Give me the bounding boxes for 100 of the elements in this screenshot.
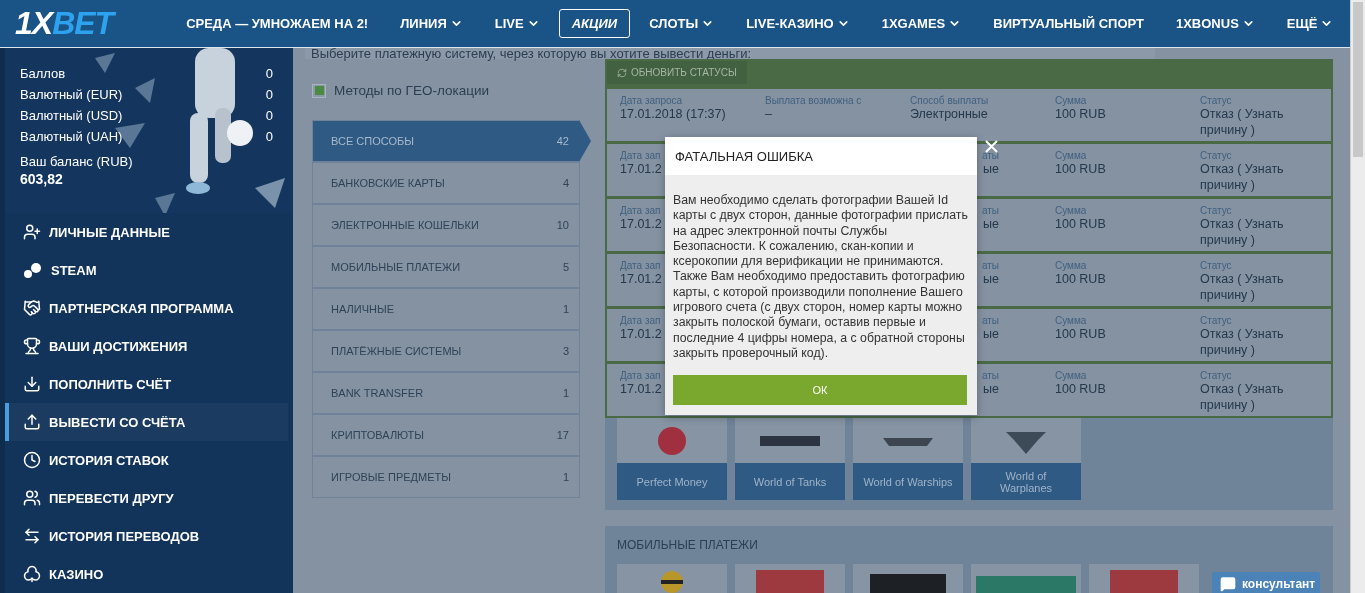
nav-link[interactable]: LIVE-КАЗИНО [733,9,863,38]
column-label: Дата запроса [620,95,683,106]
status-link[interactable]: Отказ ( Узнать причину ) [1200,326,1330,358]
scrollbar[interactable] [1350,0,1365,593]
table-cell: – [765,106,772,122]
table-cell: 17.01.2 [620,216,662,232]
trophy-icon [23,337,41,355]
nav-link[interactable]: LIVE [481,9,553,38]
status-link[interactable]: Отказ ( Узнать причину ) [1200,216,1330,248]
column-label: аты [981,150,999,161]
table-cell: 100 RUB [1055,326,1106,342]
table-cell: 100 RUB [1055,216,1106,232]
category-item[interactable]: МОБИЛЬНЫЕ ПЛАТЕЖИ 5 [312,246,580,288]
table-cell: 17.01.2018 (17:37) [620,106,726,122]
nav-link[interactable]: ЛИНИЯ [387,9,476,38]
checkbox[interactable] [312,83,326,98]
sidebar-item[interactable]: ИСТОРИЯ ПЕРЕВОДОВ [5,517,288,555]
refresh-button[interactable]: ОБНОВИТЬ СТАТУСЫ [607,61,747,84]
nav-link[interactable]: ЕЩЁ [1273,9,1347,38]
table-cell: 100 RUB [1055,161,1106,177]
sidebar-item[interactable]: КАЗИНО [5,555,288,593]
nav-link[interactable]: СРЕДА — УМНОЖАЕМ НА 2! [173,9,382,38]
ok-button[interactable]: ОК [673,375,967,406]
nav-link[interactable]: СЛОТЫ [636,9,728,38]
clock-icon [23,451,41,469]
sidebar-item[interactable]: ПАРТНЕРСКАЯ ПРОГРАММА [5,289,288,327]
column-label: Статус [1200,260,1232,271]
sidebar-item[interactable]: STEAM [5,251,288,289]
column-label: Сумма [1055,315,1087,326]
column-label: Дата зап [620,315,661,326]
operator-logo-icon [756,570,824,593]
column-label: аты [981,370,999,381]
category-item[interactable]: ИГРОВЫЕ ПРЕДМЕТЫ 1 [312,456,580,498]
column-label: Сумма [1055,370,1087,381]
balance-value: 0 [265,66,273,81]
column-label: Статус [1200,205,1232,216]
category-item[interactable]: КРИПТОВАЛЮТЫ 17 [312,414,580,456]
nav-link[interactable]: 1XGAMES [868,9,975,38]
column-label: Дата зап [620,370,661,381]
user-plus-icon [23,223,41,241]
balance-label: Ваш баланс (RUB) [20,154,133,169]
payment-tile[interactable]: Perfect Money [617,463,727,500]
column-label: Статус [1200,315,1232,326]
section-title: МОБИЛЬНЫЕ ПЛАТЕЖИ [617,538,759,552]
column-label: Статус [1200,370,1232,381]
payment-tile[interactable]: World of Tanks [735,463,845,500]
sidebar-item[interactable]: ПЕРЕВЕСТИ ДРУГУ [5,479,288,517]
balance-label: Валютный (UAH) [20,129,123,144]
status-link[interactable]: Отказ ( Узнать причину ) [1200,381,1330,413]
category-item[interactable]: НАЛИЧНЫЕ 1 [312,288,580,330]
column-label: аты [981,260,999,271]
column-label: аты [981,205,999,216]
category-item[interactable]: ПЛАТЁЖНЫЕ СИСТЕМЫ 3 [312,330,580,372]
column-label: Сумма [1055,95,1087,106]
table-cell: 100 RUB [1055,106,1106,122]
balance-label: Валютный (EUR) [20,87,123,102]
status-link[interactable]: Отказ ( Узнать причину ) [1200,161,1330,193]
sidebar-item[interactable]: ПОПОЛНИТЬ СЧЁТ [5,365,288,403]
table-cell: Электронные [910,106,988,122]
tank-logo-icon [760,433,820,448]
nav-link[interactable]: ВИРТУАЛЬНЫЙ СПОРТ [980,9,1157,38]
nav-link[interactable]: 1XBONUS [1162,9,1268,38]
cards-icon [23,565,41,583]
operator-logo-icon [1110,570,1178,593]
column-label: Дата зап [620,260,661,271]
arrows-icon [23,527,41,545]
sidebar-item[interactable]: ВАШИ ДОСТИЖЕНИЯ [5,327,288,365]
status-link[interactable]: Отказ ( Узнать причину ) [1200,106,1330,138]
category-item[interactable]: BANK TRANSFER 1 [312,372,580,414]
sidebar-item[interactable]: ЛИЧНЫЕ ДАННЫЕ [5,213,288,251]
download-icon [23,375,41,393]
column-label: Сумма [1055,150,1087,161]
status-link[interactable]: Отказ ( Узнать причину ) [1200,271,1330,303]
dialog-message: Вам необходимо сделать фотографии Вашей Id карты с двух сторон, данные фотографии прислать на адрес электронной почты Службы Безопасности. К сожалению, скан-копии и ксерокопии для верификации не принимаются. Также Вам необходимо предоставить фотографию карты, с которой производили пополнение Вашего игрового счета (с двух сторон, номер карты можно закрыть полоской бумаги, оставив первые и последние 4 цифры номера, а с обратной стороны закрыть проверочный код). [672,192,969,362]
sidebar-item[interactable]: ВЫВЕСТИ СО СЧЁТА [5,403,288,441]
striped-ball-logo-icon [660,570,684,593]
upload-icon [23,413,41,431]
payment-tile[interactable]: World of Warplanes [971,463,1081,500]
table-cell: 17.01.2 [620,381,662,397]
sidebar-item[interactable]: ИСТОРИЯ СТАВОК [5,441,288,479]
refresh-icon [617,67,627,78]
table-cell: 17.01.2 [620,326,662,342]
close-icon[interactable] [985,140,998,153]
balance-label: Баллов [20,66,66,81]
table-cell: ые [983,216,999,232]
table-cell: 17.01.2 [620,271,662,287]
dialog-title: ФАТАЛЬНАЯ ОШИБКА [665,137,977,175]
table-cell: ые [983,161,999,177]
consultant-button[interactable]: консультант [1212,572,1320,593]
checkbox-label: Методы по ГЕО-локации [334,83,489,98]
balance-value: 0 [265,108,273,123]
table-cell: 100 RUB [1055,381,1106,397]
column-label: аты [981,315,999,326]
table-cell: 17.01.2 [620,161,662,177]
logo[interactable]: 1XBET [15,5,114,42]
category-item[interactable]: БАНКОВСКИЕ КАРТЫ 4 [312,162,580,204]
payment-tile[interactable]: World of Warships [853,463,963,500]
category-item[interactable]: ЭЛЕКТРОННЫЕ КОШЕЛЬКИ 10 [312,204,580,246]
nav-link[interactable]: АКЦИИ [558,9,631,38]
chat-icon [1220,576,1236,592]
